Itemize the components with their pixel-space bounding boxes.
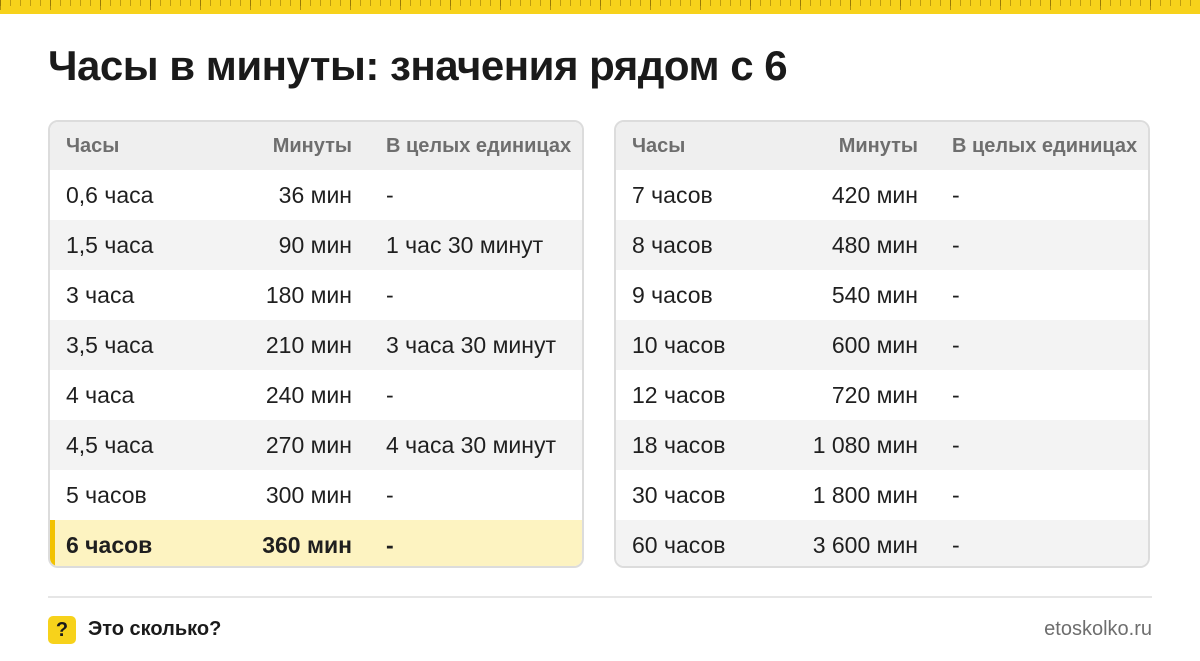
cell-minutes: 210 мин bbox=[265, 331, 352, 358]
cell-minutes: 360 мин bbox=[262, 531, 352, 558]
cell-minutes: 300 мин bbox=[265, 481, 352, 508]
cell-hours: 1,5 часа bbox=[66, 231, 154, 258]
cell-minutes: 90 мин bbox=[278, 231, 352, 258]
left-table-card: Часы Минуты В целых единицах 0,6 часа 36… bbox=[48, 120, 584, 568]
cell-hours: 7 часов bbox=[632, 181, 713, 208]
cell-whole-units: 4 часа 30 минут bbox=[386, 431, 557, 458]
cell-minutes: 420 мин bbox=[831, 181, 918, 208]
cell-minutes: 240 мин bbox=[265, 381, 352, 408]
cell-hours: 5 часов bbox=[66, 481, 147, 508]
cell-whole-units: - bbox=[952, 431, 960, 458]
table-row: 4 часа 240 мин - bbox=[50, 370, 582, 420]
site-url[interactable]: etoskolko.ru bbox=[1044, 618, 1152, 641]
cell-minutes: 36 мин bbox=[278, 181, 352, 208]
cell-minutes: 1 800 мин bbox=[812, 481, 918, 508]
table-row: 18 часов 1 080 мин - bbox=[616, 420, 1148, 470]
cell-minutes: 3 600 мин bbox=[812, 531, 918, 558]
table-row: 30 часов 1 800 мин - bbox=[616, 470, 1148, 520]
cell-hours: 3,5 часа bbox=[66, 331, 154, 358]
brand-name: Это сколько? bbox=[88, 618, 222, 640]
cell-minutes: 180 мин bbox=[265, 281, 352, 308]
cell-hours: 4,5 часа bbox=[66, 431, 154, 458]
table-row: 7 часов 420 мин - bbox=[616, 170, 1148, 220]
header-minutes: Минуты bbox=[838, 134, 918, 157]
cell-hours: 12 часов bbox=[632, 381, 726, 408]
table-row: 3 часа 180 мин - bbox=[50, 270, 582, 320]
cell-hours: 3 часа bbox=[66, 281, 135, 308]
cell-minutes: 600 мин bbox=[831, 331, 918, 358]
cell-minutes: 540 мин bbox=[831, 281, 918, 308]
question-badge-icon: ? bbox=[48, 616, 76, 644]
cell-whole-units: - bbox=[952, 481, 960, 508]
cell-whole-units: 3 часа 30 минут bbox=[386, 331, 557, 358]
cell-whole-units: - bbox=[386, 381, 394, 408]
cell-whole-units: - bbox=[386, 481, 394, 508]
table-header-row: Часы Минуты В целых единицах bbox=[616, 122, 1148, 170]
right-table: Часы Минуты В целых единицах 7 часов 420… bbox=[616, 122, 1148, 566]
table-row: 5 часов 300 мин - bbox=[50, 470, 582, 520]
ruler-strip bbox=[0, 0, 1200, 14]
footer-divider bbox=[48, 596, 1152, 598]
table-row: 12 часов 720 мин - bbox=[616, 370, 1148, 420]
cell-hours: 60 часов bbox=[632, 531, 726, 558]
cell-whole-units: 1 час 30 минут bbox=[386, 231, 544, 258]
cell-hours: 30 часов bbox=[632, 481, 726, 508]
cell-whole-units: - bbox=[952, 281, 960, 308]
cell-whole-units: - bbox=[952, 331, 960, 358]
table-row: 10 часов 600 мин - bbox=[616, 320, 1148, 370]
cell-hours: 0,6 часа bbox=[66, 181, 154, 208]
table-row: 9 часов 540 мин - bbox=[616, 270, 1148, 320]
cell-whole-units: - bbox=[952, 531, 960, 558]
cell-hours: 8 часов bbox=[632, 231, 713, 258]
table-row: 8 часов 480 мин - bbox=[616, 220, 1148, 270]
left-table: Часы Минуты В целых единицах 0,6 часа 36… bbox=[50, 122, 582, 566]
table-header-row: Часы Минуты В целых единицах bbox=[50, 122, 582, 170]
highlighted-row: 6 часов 360 мин - bbox=[50, 520, 582, 566]
cell-whole-units: - bbox=[952, 381, 960, 408]
cell-whole-units: - bbox=[386, 531, 394, 558]
table-row: 60 часов 3 600 мин - bbox=[616, 520, 1148, 566]
cell-whole-units: - bbox=[952, 231, 960, 258]
table-row: 3,5 часа 210 мин 3 часа 30 минут bbox=[50, 320, 582, 370]
page-title: Часы в минуты: значения рядом с 6 bbox=[48, 42, 788, 89]
table-row: 4,5 часа 270 мин 4 часа 30 минут bbox=[50, 420, 582, 470]
header-hours: Часы bbox=[66, 134, 120, 157]
cell-hours: 6 часов bbox=[50, 520, 216, 566]
right-table-card: Часы Минуты В целых единицах 7 часов 420… bbox=[614, 120, 1150, 568]
header-whole-units: В целых единицах bbox=[386, 134, 572, 157]
cell-whole-units: - bbox=[952, 181, 960, 208]
header-whole-units: В целых единицах bbox=[952, 134, 1138, 157]
header-minutes: Минуты bbox=[272, 134, 352, 157]
table-row: 1,5 часа 90 мин 1 час 30 минут bbox=[50, 220, 582, 270]
cell-minutes: 1 080 мин bbox=[812, 431, 918, 458]
cell-hours: 10 часов bbox=[632, 331, 726, 358]
cell-hours: 9 часов bbox=[632, 281, 713, 308]
cell-minutes: 720 мин bbox=[831, 381, 918, 408]
header-hours: Часы bbox=[632, 134, 686, 157]
cell-whole-units: - bbox=[386, 281, 394, 308]
table-row: 0,6 часа 36 мин - bbox=[50, 170, 582, 220]
cell-minutes: 270 мин bbox=[265, 431, 352, 458]
cell-minutes: 480 мин bbox=[831, 231, 918, 258]
cell-hours: 4 часа bbox=[66, 381, 135, 408]
cell-hours: 18 часов bbox=[632, 431, 726, 458]
cell-whole-units: - bbox=[386, 181, 394, 208]
